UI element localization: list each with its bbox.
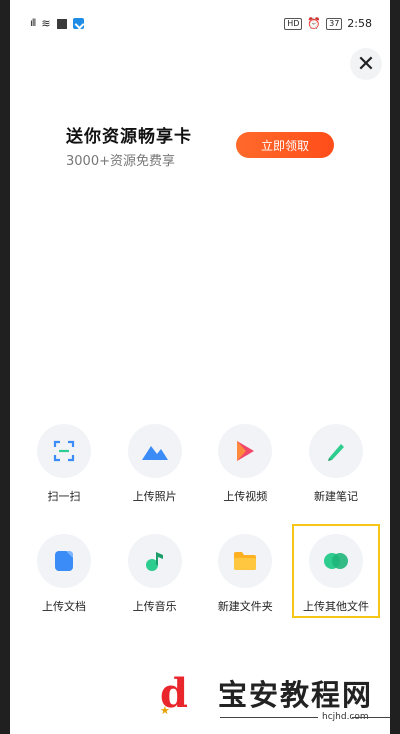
signal-icon: ıll	[30, 18, 36, 29]
highlight-box	[291, 524, 380, 618]
alarm-icon: ⏰	[307, 17, 322, 30]
close-button[interactable]: ✕	[350, 48, 382, 80]
photo-icon	[127, 424, 182, 478]
action-label: 新建笔记	[313, 490, 358, 503]
action-new-folder[interactable]: 新建文件夹	[209, 534, 281, 614]
action-scan[interactable]: 扫一扫	[28, 424, 100, 504]
app-screen: ıll ≋ HD ⏰ 37 2:58 ✕ 送你资源畅享卡 3000+资源免费享 …	[10, 0, 390, 734]
battery-icon: 37	[326, 17, 343, 30]
action-label: 上传照片	[132, 490, 177, 503]
app-notification-icon	[72, 18, 84, 29]
action-upload-music[interactable]: 上传音乐	[119, 534, 191, 614]
action-new-note[interactable]: 新建笔记	[300, 424, 372, 504]
wifi-icon: ≋	[41, 17, 51, 30]
action-row: 扫一扫 上传照片 上传视频 新建笔记	[10, 424, 390, 504]
action-label: 扫一扫	[47, 490, 81, 503]
video-icon	[218, 424, 273, 478]
promo-title: 送你资源畅享卡	[66, 127, 192, 147]
action-label: 上传音乐	[132, 600, 177, 613]
close-icon: ✕	[356, 51, 376, 77]
action-label: 上传视频	[223, 490, 268, 503]
watermark-text: 宝安教程网	[218, 678, 374, 712]
status-bar: ıll ≋ HD ⏰ 37 2:58	[10, 10, 390, 40]
status-time: 2:58	[347, 17, 372, 30]
document-icon	[37, 534, 91, 588]
watermark: d ★ 宝安教程网 hcjhd.com	[160, 668, 390, 728]
scan-icon	[37, 424, 91, 478]
notification-icon	[56, 18, 67, 29]
action-upload-other-files[interactable]: 上传其他文件	[291, 524, 380, 618]
action-upload-video[interactable]: 上传视频	[209, 424, 281, 504]
action-upload-document[interactable]: 上传文档	[28, 534, 100, 614]
hd-icon: HD	[284, 17, 303, 30]
action-row: 上传文档 上传音乐 新建文件夹 上传其他文件	[10, 524, 390, 618]
claim-button[interactable]: 立即领取	[236, 132, 334, 158]
folder-icon	[218, 534, 273, 588]
star-icon: ★	[160, 704, 170, 717]
divider	[220, 717, 318, 718]
action-upload-photo[interactable]: 上传照片	[119, 424, 191, 504]
music-icon	[127, 534, 182, 588]
pen-icon	[308, 424, 363, 478]
action-label: 新建文件夹	[217, 600, 273, 613]
promo-subtitle: 3000+资源免费享	[66, 154, 175, 169]
divider	[352, 717, 390, 718]
action-label: 上传文档	[42, 600, 86, 613]
action-grid: 扫一扫 上传照片 上传视频 新建笔记 上传文档 上传音乐 新建文件夹 上传其他文…	[10, 424, 390, 644]
